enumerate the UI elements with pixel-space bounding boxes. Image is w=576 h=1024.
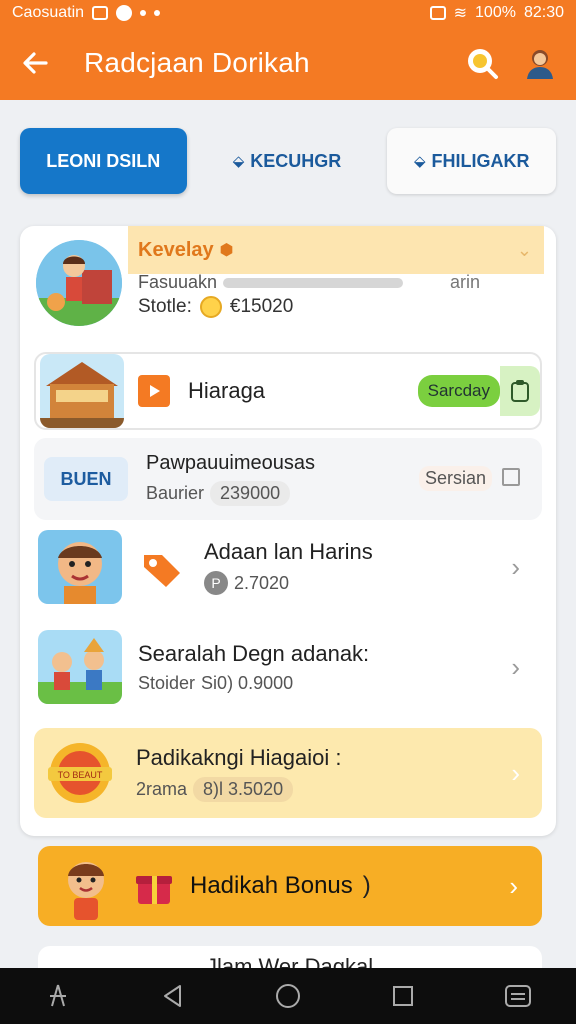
recents-button[interactable] (383, 976, 423, 1016)
bonus-suffix: ) (362, 872, 371, 899)
shop-thumbnail (40, 354, 124, 428)
tab-leoni[interactable]: LEONI DSILN (20, 128, 187, 194)
clipboard-icon[interactable] (500, 366, 540, 416)
tab-label: FHILIGAKR (431, 150, 530, 171)
status-bar: Caosuatin ≋ 100% 82:30 (0, 0, 576, 26)
back-nav-button[interactable] (153, 976, 193, 1016)
item-name: Pawpauuimeousas (146, 452, 315, 474)
wifi-icon: ≋ (453, 5, 468, 22)
progress-label: Fasuuakn (138, 272, 218, 292)
badge-text: TO BEAUT (58, 770, 103, 780)
search-icon (468, 49, 498, 79)
gift-icon (134, 866, 174, 906)
item-sub-value: 2.7020 (234, 572, 290, 593)
checkbox[interactable] (502, 468, 520, 486)
item-sub-value: 8)l 3.5020 (193, 776, 294, 802)
buen-badge: BUEN (44, 457, 128, 501)
tab-label: LEONI DSILN (46, 150, 161, 171)
play-icon (138, 375, 170, 407)
battery-text: 100% (475, 4, 516, 21)
page-title: Radcjaan Dorikah (84, 47, 310, 78)
system-nav-bar (0, 968, 576, 1024)
home-circle-icon (275, 984, 300, 1008)
stat-row: Stotle: €15020 (138, 296, 293, 318)
back-arrow-icon (23, 52, 48, 74)
back-triangle-icon (163, 985, 181, 1007)
bonus-label: Hadikah Bonus (190, 872, 353, 899)
back-button[interactable] (0, 26, 70, 100)
tab-fhiligakr[interactable]: ⬙ FHILIGAKR (387, 128, 556, 194)
list-item[interactable]: Searalah Degn adanak: Stoider Si0) 0.900… (34, 626, 542, 708)
chevron-down-icon: ⌄ (516, 239, 532, 260)
profile-section: Kevelay ⬢ ⌄ Fasuuakn arin Stotle: €15020 (20, 226, 556, 341)
sim-icon (429, 6, 446, 20)
tab-bar: LEONI DSILN ⬙ KECUHGR ⬙ FHILIGAKR (20, 128, 556, 194)
list-item[interactable]: TO BEAUT Padikakngi Hiagaioi : 2rama 8)l… (34, 728, 542, 818)
app-bar: Radcjaan Dorikah (0, 26, 576, 100)
coin-icon: P (204, 571, 228, 595)
chevron-right-icon: › (511, 757, 520, 788)
status-left-text: Caosuatin (12, 4, 85, 21)
coin-icon (199, 296, 222, 318)
item-sub-label: Stoider (138, 672, 196, 693)
recents-square-icon (393, 986, 414, 1006)
stat-value: €15020 (229, 296, 294, 317)
item-sub-value: 239000 (210, 481, 291, 506)
item-sub-label: 2rama (136, 778, 188, 799)
keyboard-button[interactable] (498, 976, 538, 1016)
tab-label: KECUHGR (250, 150, 342, 171)
bonus-character-icon (48, 848, 124, 924)
stat-label: Stotle: (138, 296, 192, 317)
dot-icon (154, 10, 161, 16)
lock-icon: ⬙ (413, 153, 426, 170)
action-pill[interactable]: Sarcday (417, 375, 500, 407)
profile-icon (527, 50, 553, 79)
list-item[interactable]: Hiaraga Sarcday (34, 352, 542, 430)
keyboard-icon (505, 985, 532, 1007)
notification-icon (92, 6, 109, 20)
progress-row: Fasuuakn (138, 272, 498, 293)
assistant-icon (49, 984, 66, 1007)
tab-kecuhgr[interactable]: ⬙ KECUHGR (209, 128, 366, 194)
status-label: Sersian (418, 466, 492, 491)
item-sub-label: Baurier (146, 483, 205, 503)
character-thumbnail (38, 530, 122, 604)
level-header[interactable]: Kevelay ⬢ ⌄ (128, 226, 544, 274)
item-name: Searalah Degn adanak: (138, 640, 370, 666)
item-sub-value: Si0) 0.9000 (201, 672, 294, 693)
assistant-button[interactable] (38, 976, 78, 1016)
lock-icon: ⬙ (232, 153, 245, 170)
progress-right-label: arin (450, 272, 481, 292)
home-button[interactable] (268, 976, 308, 1016)
item-name: Hiaraga (188, 378, 266, 403)
messenger-icon (116, 5, 133, 21)
rewards-card: Kevelay ⬢ ⌄ Fasuuakn arin Stotle: €15020 (20, 226, 556, 836)
list-item[interactable]: BUEN Pawpauuimeousas Baurier 239000 Sers… (34, 438, 542, 520)
search-button[interactable] (464, 45, 500, 81)
item-name: Adaan lan Harins (204, 539, 373, 564)
avatar (36, 240, 122, 326)
chevron-right-icon: › (511, 551, 520, 582)
chevron-right-icon: › (511, 651, 520, 682)
item-name: Padikakngi Hiagaioi : (136, 744, 342, 770)
tag-icon (140, 545, 184, 589)
bonus-card[interactable]: Hadikah Bonus ) › (38, 846, 542, 926)
clock: 82:30 (523, 4, 564, 21)
dot-icon (140, 10, 147, 16)
kids-thumbnail (38, 630, 122, 704)
level-label: Kevelay (138, 238, 214, 261)
badge-thumbnail: TO BEAUT (38, 736, 122, 810)
progress-bar (223, 277, 404, 288)
medal-icon: ⬢ (219, 242, 234, 259)
profile-button[interactable] (522, 45, 558, 81)
chevron-right-icon: › (509, 870, 518, 901)
list-item[interactable]: Adaan lan Harins P 2.7020 › (34, 526, 542, 608)
